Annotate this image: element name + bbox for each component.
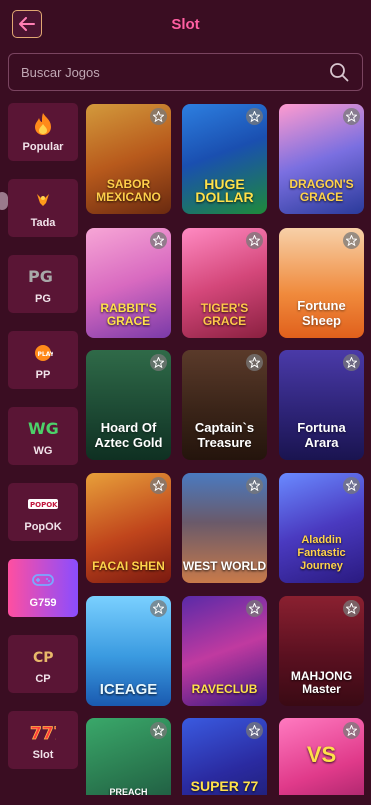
sidebar-item-pp[interactable]: PLAY PP bbox=[8, 331, 78, 389]
sidebar-item-pg[interactable]: PG PG bbox=[8, 255, 78, 313]
cp-icon: CP bbox=[32, 643, 54, 669]
svg-text:PG: PG bbox=[28, 268, 53, 284]
tada-icon bbox=[33, 187, 53, 213]
header: Slot bbox=[0, 0, 371, 48]
favorite-star-icon[interactable] bbox=[150, 108, 167, 125]
svg-text:POPOK: POPOK bbox=[30, 501, 58, 509]
game-logo: FACAI SHEN bbox=[92, 559, 165, 573]
favorite-star-icon[interactable] bbox=[150, 600, 167, 617]
game-card[interactable]: SABOR MEXICANO bbox=[86, 104, 171, 214]
slot-777-icon: 777 bbox=[30, 719, 56, 745]
gamepad-icon bbox=[32, 567, 54, 593]
favorite-star-icon[interactable] bbox=[246, 477, 263, 494]
game-logo: Aladdin Fantastic Journey bbox=[297, 534, 346, 572]
game-logo: RAVECLUB bbox=[191, 682, 258, 696]
game-logo: HUGE DOLLAR bbox=[195, 176, 254, 205]
favorite-star-icon[interactable] bbox=[343, 477, 360, 494]
sidebar-item-tada[interactable]: Tada bbox=[8, 179, 78, 237]
category-sidebar: Popular Tada PG PG PLAY PP WG WG POPOK P… bbox=[8, 103, 78, 787]
sidebar-item-g759[interactable]: G759 bbox=[8, 559, 78, 617]
game-card[interactable]: FACAI SHEN bbox=[86, 473, 171, 583]
sidebar-item-popular[interactable]: Popular bbox=[8, 103, 78, 161]
sidebar-item-label: WG bbox=[33, 445, 53, 457]
arrow-left-icon bbox=[19, 17, 35, 31]
search-icon[interactable] bbox=[328, 61, 350, 83]
fire-icon bbox=[32, 111, 54, 137]
bottom-edge bbox=[0, 795, 371, 805]
favorite-star-icon[interactable] bbox=[150, 722, 167, 739]
game-logo: SUPER 77 bbox=[190, 778, 259, 794]
game-card[interactable]: Hoard Of Aztec Gold bbox=[86, 350, 171, 460]
game-card[interactable]: SUPER 77 bbox=[182, 718, 267, 805]
svg-text:CP: CP bbox=[33, 650, 54, 665]
game-logo: MAHJONG Master bbox=[290, 669, 353, 696]
favorite-star-icon[interactable] bbox=[343, 600, 360, 617]
pp-icon: PLAY bbox=[33, 339, 53, 365]
game-card[interactable]: Fortuna Arara bbox=[279, 350, 364, 460]
game-title: Captain`s Treasure bbox=[194, 420, 255, 450]
favorite-star-icon[interactable] bbox=[343, 722, 360, 739]
wg-icon: WG bbox=[28, 415, 58, 441]
favorite-star-icon[interactable] bbox=[246, 722, 263, 739]
game-logo: ICEAGE bbox=[99, 681, 158, 698]
sidebar-item-label: Popular bbox=[22, 141, 64, 153]
svg-text:PLAY: PLAY bbox=[38, 351, 54, 358]
svg-text:777: 777 bbox=[30, 724, 56, 742]
back-button[interactable] bbox=[12, 10, 42, 38]
sidebar-item-slot[interactable]: 777 Slot bbox=[8, 711, 78, 769]
game-card[interactable]: MAHJONG Master bbox=[279, 596, 364, 706]
favorite-star-icon[interactable] bbox=[150, 477, 167, 494]
game-card[interactable]: HUGE DOLLAR bbox=[182, 104, 267, 214]
svg-text:WG: WG bbox=[28, 419, 58, 437]
sidebar-item-label: CP bbox=[35, 673, 51, 685]
game-card[interactable]: RAVECLUB bbox=[182, 596, 267, 706]
sidebar-item-label: G759 bbox=[29, 597, 57, 609]
game-card[interactable]: DRAGON'S GRACE bbox=[279, 104, 364, 214]
game-logo: WEST WORLD bbox=[182, 559, 267, 573]
game-card[interactable]: Aladdin Fantastic Journey bbox=[279, 473, 364, 583]
favorite-star-icon[interactable] bbox=[343, 108, 360, 125]
favorite-star-icon[interactable] bbox=[343, 232, 360, 249]
game-card[interactable]: WEST WORLD bbox=[182, 473, 267, 583]
game-card[interactable]: Captain`s Treasure bbox=[182, 350, 267, 460]
sidebar-item-label: Tada bbox=[30, 217, 56, 229]
game-card[interactable]: VS bbox=[279, 718, 364, 805]
sidebar-item-label: PP bbox=[35, 369, 51, 381]
sidebar-scroll-handle[interactable] bbox=[0, 192, 8, 210]
favorite-star-icon[interactable] bbox=[246, 354, 263, 371]
favorite-star-icon[interactable] bbox=[246, 600, 263, 617]
game-title: Fortune Sheep bbox=[297, 298, 346, 328]
game-title: Hoard Of Aztec Gold bbox=[94, 420, 163, 450]
game-card[interactable]: Fortune Sheep bbox=[279, 228, 364, 338]
popok-icon: POPOK bbox=[28, 491, 58, 517]
favorite-star-icon[interactable] bbox=[150, 354, 167, 371]
sidebar-item-label: Slot bbox=[32, 749, 54, 761]
sidebar-item-popok[interactable]: POPOK PopOK bbox=[8, 483, 78, 541]
page-title: Slot bbox=[171, 15, 200, 33]
game-title: Fortuna Arara bbox=[297, 420, 346, 450]
game-logo: VS bbox=[306, 742, 337, 767]
sidebar-item-label: PG bbox=[35, 293, 51, 305]
sidebar-item-wg[interactable]: WG WG bbox=[8, 407, 78, 465]
game-card[interactable]: RABBIT'S GRACE bbox=[86, 228, 171, 338]
game-card[interactable]: TIGER'S GRACE bbox=[182, 228, 267, 338]
game-logo: SABOR MEXICANO bbox=[96, 177, 161, 204]
favorite-star-icon[interactable] bbox=[150, 232, 167, 249]
game-logo: DRAGON'S GRACE bbox=[289, 177, 354, 204]
favorite-star-icon[interactable] bbox=[343, 354, 360, 371]
pg-icon: PG bbox=[28, 263, 58, 289]
sidebar-item-cp[interactable]: CP CP bbox=[8, 635, 78, 693]
search-bar bbox=[8, 53, 363, 91]
search-input[interactable] bbox=[21, 64, 328, 80]
game-logo: RABBIT'S GRACE bbox=[100, 301, 157, 328]
game-card[interactable]: PREACH bbox=[86, 718, 171, 805]
game-logo: TIGER'S GRACE bbox=[200, 301, 249, 328]
game-card[interactable]: ICEAGE bbox=[86, 596, 171, 706]
favorite-star-icon[interactable] bbox=[246, 232, 263, 249]
sidebar-item-label: PopOK bbox=[24, 521, 62, 533]
favorite-star-icon[interactable] bbox=[246, 108, 263, 125]
